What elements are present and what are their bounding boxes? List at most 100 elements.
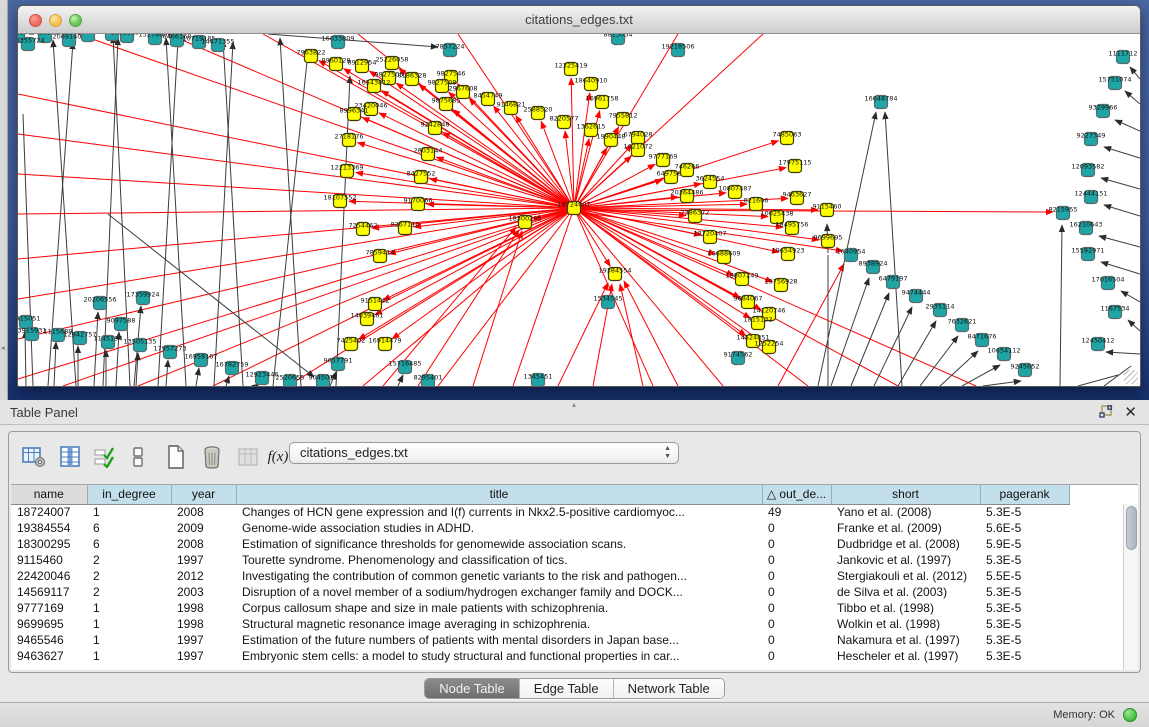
network-edge[interactable] [1060, 225, 1062, 386]
network-node[interactable]: 2588520 [524, 106, 553, 120]
table-cell[interactable]: Genome-wide association studies in ADHD. [236, 520, 762, 536]
network-edge[interactable] [362, 118, 574, 208]
network-node[interactable]: 14039461 [350, 312, 383, 326]
network-node[interactable]: 8295401 [414, 374, 443, 387]
table-cell[interactable]: Jankovic et al. (1997) [831, 552, 980, 568]
network-node[interactable]: 9699695 [814, 234, 843, 248]
table-row[interactable]: 946362711997Embryonic stem cells: a mode… [11, 648, 1069, 664]
memory-status-indicator-icon[interactable] [1123, 708, 1137, 722]
network-edge[interactable] [443, 132, 574, 208]
network-edge[interactable] [1101, 178, 1140, 189]
table-rows-icon[interactable] [125, 444, 151, 470]
table-cell[interactable]: 5.3E-5 [980, 616, 1069, 632]
table-cell[interactable]: 5.3E-5 [980, 584, 1069, 600]
network-node[interactable]: 8471676 [968, 333, 997, 347]
table-cell[interactable]: 14569117 [11, 584, 87, 600]
network-edge[interactable] [1125, 91, 1140, 104]
table-cell[interactable]: 1998 [171, 600, 236, 616]
network-edge[interactable] [226, 376, 229, 386]
network-edge[interactable] [1099, 236, 1140, 247]
network-node[interactable]: 10688609 [707, 250, 740, 264]
network-edge[interactable] [54, 342, 56, 386]
network-node[interactable]: 1990448 [597, 133, 626, 147]
network-node[interactable]: 18495756 [775, 221, 808, 235]
network-edge[interactable] [1101, 262, 1140, 274]
table-row[interactable]: 969969511998Structural magnetic resonanc… [11, 616, 1069, 632]
network-edge[interactable] [280, 38, 301, 386]
table-cell[interactable]: 0 [762, 536, 831, 552]
network-node[interactable]: 17957273 [153, 345, 186, 359]
network-edge[interactable] [831, 278, 869, 386]
network-node[interactable]: 19756928 [764, 278, 797, 292]
column-header-pagerank[interactable]: pagerank [980, 485, 1069, 504]
network-node[interactable]: 2935114 [926, 303, 955, 317]
table-cell[interactable]: 0 [762, 632, 831, 648]
network-node[interactable]: 2718176 [335, 133, 364, 147]
table-cell[interactable]: 1 [87, 616, 171, 632]
table-cell[interactable]: 0 [762, 584, 831, 600]
network-edge[interactable] [574, 139, 589, 208]
table-row[interactable]: 977716911998Corpus callosum shape and si… [11, 600, 1069, 616]
table-row[interactable]: 1830029562008Estimation of significance … [11, 536, 1069, 552]
network-window-titlebar[interactable]: citations_edges.txt [18, 6, 1140, 34]
network-node[interactable]: 8220577 [550, 115, 579, 129]
network-node[interactable]: 9875685 [432, 97, 461, 111]
network-node[interactable]: 16961758 [585, 95, 618, 109]
network-node[interactable]: 7632621 [948, 318, 977, 332]
network-node[interactable]: 20691406 [52, 34, 85, 47]
network-node[interactable]: 821606 [744, 197, 769, 211]
network-node[interactable]: 9115460 [813, 203, 842, 217]
tab-edge-table[interactable]: Edge Table [520, 679, 614, 698]
network-node[interactable]: 9242848 [421, 121, 450, 135]
network-edge[interactable] [18, 208, 574, 299]
network-edge[interactable] [1106, 352, 1140, 354]
network-node[interactable]: 18720407 [693, 230, 726, 244]
network-edge[interactable] [1128, 320, 1140, 331]
table-cell[interactable]: 2003 [171, 584, 236, 600]
network-edge[interactable] [1121, 291, 1140, 302]
table-cell[interactable]: 1 [87, 648, 171, 664]
table-cell[interactable]: 1997 [171, 632, 236, 648]
network-node[interactable]: 18107552 [323, 194, 356, 208]
table-cell[interactable]: 9777169 [11, 600, 87, 616]
network-node[interactable]: 7955812 [609, 112, 638, 126]
table-cell[interactable]: 5.6E-5 [980, 520, 1069, 536]
network-edge[interactable] [23, 114, 33, 386]
table-cell[interactable]: 49 [762, 504, 831, 520]
network-node[interactable]: 16914479 [368, 337, 401, 351]
network-edge[interactable] [113, 36, 130, 386]
tab-network-table[interactable]: Network Table [614, 679, 724, 698]
network-node[interactable]: 12213369 [330, 164, 363, 178]
network-node[interactable]: 19654923 [771, 247, 804, 261]
network-node[interactable]: 10654112 [987, 347, 1020, 361]
close-panel-icon[interactable]: ✕ [1124, 403, 1137, 421]
network-edge[interactable] [438, 208, 574, 386]
network-edge[interactable] [196, 368, 199, 386]
network-node[interactable]: 1815132 [744, 316, 773, 330]
table-cell[interactable]: Dudbridge et al. (2008) [831, 536, 980, 552]
column-visibility-icon[interactable] [57, 444, 83, 470]
network-edge[interactable] [358, 143, 574, 208]
table-cell[interactable]: 2008 [171, 504, 236, 520]
table-cell[interactable]: Tourette syndrome. Phenomenology and cla… [236, 552, 762, 568]
network-node[interactable]: 9174562 [724, 351, 753, 365]
table-cell[interactable]: Investigating the contribution of common… [236, 568, 762, 584]
network-edge[interactable] [379, 113, 574, 208]
network-node[interactable]: 16033809 [321, 35, 354, 49]
network-node[interactable]: 12444151 [1074, 190, 1107, 204]
network-node[interactable]: 9245652 [1011, 363, 1040, 377]
network-node[interactable]: 20364486 [670, 189, 703, 203]
table-cell[interactable]: 9463627 [11, 648, 87, 664]
float-panel-icon[interactable] [1099, 405, 1113, 419]
network-node[interactable]: 9474444 [902, 289, 931, 303]
network-node[interactable]: 15716485 [388, 360, 421, 374]
network-node[interactable]: 16648784 [864, 95, 897, 109]
table-cell[interactable]: 5.3E-5 [980, 648, 1069, 664]
network-node[interactable]: 9463627 [783, 191, 812, 205]
table-cell[interactable]: 18300295 [11, 536, 87, 552]
control-panel-collapsed-strip[interactable]: ◂ [0, 0, 8, 400]
table-cell[interactable]: Yano et al. (2008) [831, 504, 980, 520]
network-node[interactable]: 15592971 [1071, 247, 1104, 261]
delete-icon[interactable] [199, 444, 225, 470]
table-cell[interactable]: 2 [87, 552, 171, 568]
